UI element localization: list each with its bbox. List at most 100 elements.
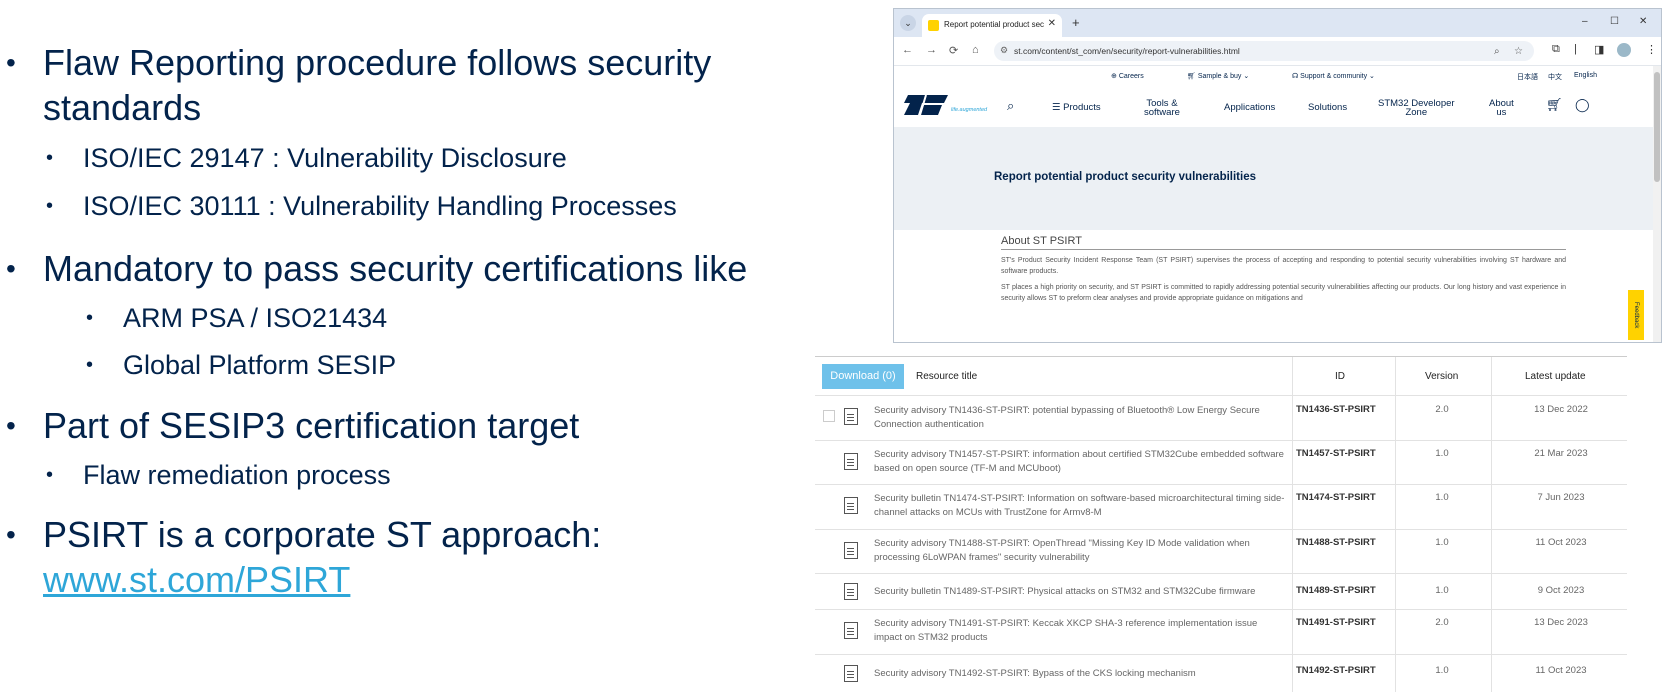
resource-title[interactable]: Security advisory TN1491-ST-PSIRT: Kecca… xyxy=(874,617,1286,645)
page-title: Report potential product security vulner… xyxy=(994,171,1256,183)
resource-version: 1.0 xyxy=(1435,585,1449,596)
site-top-links: ⊕ Careers 🛒︎ Sample & buy ⌄ ☊ Support & … xyxy=(894,66,1661,86)
tab-report-vulnerabilities[interactable]: Report potential product securi ✕ xyxy=(922,14,1062,37)
lang-english[interactable]: English xyxy=(1574,72,1597,79)
resource-date: 7 Jun 2023 xyxy=(1537,492,1585,503)
resource-title[interactable]: Security advisory TN1488-ST-PSIRT: OpenT… xyxy=(874,537,1286,565)
table-row[interactable]: Security bulletin TN1489-ST-PSIRT: Physi… xyxy=(815,573,1627,610)
back-icon[interactable]: ← xyxy=(902,44,913,56)
about-psirt-paragraph: ST places a high priority on security, a… xyxy=(1001,284,1566,302)
resource-date: 13 Dec 2022 xyxy=(1534,404,1588,415)
lang-japanese[interactable]: 日本語 xyxy=(1517,72,1538,82)
page-banner: Report potential product security vulner… xyxy=(894,127,1653,230)
document-icon xyxy=(844,583,858,600)
resource-title[interactable]: Security bulletin TN1489-ST-PSIRT: Physi… xyxy=(874,585,1286,599)
careers-link[interactable]: ⊕ Careers xyxy=(1111,72,1144,80)
resource-version: 2.0 xyxy=(1435,617,1449,628)
window-close-icon[interactable]: ✕ xyxy=(1639,16,1647,27)
zoom-icon[interactable]: ⌕ xyxy=(1494,46,1500,57)
home-icon[interactable]: ⌂ xyxy=(972,44,979,56)
resource-id: TN1474-ST-PSIRT xyxy=(1296,492,1376,503)
page-scrollbar[interactable] xyxy=(1653,66,1661,342)
about-psirt-paragraph: ST's Product Security Incident Response … xyxy=(1001,257,1566,275)
download-button[interactable]: Download (0) xyxy=(822,364,904,389)
bullet-global-platform: • Global Platform SESIP xyxy=(86,350,397,380)
bullet-text: Part of SESIP3 certification target xyxy=(43,405,580,446)
bullet-text: ISO/IEC 29147 : Vulnerability Disclosure xyxy=(83,143,567,173)
bullet-text: Flaw remediation process xyxy=(83,460,391,490)
bullet-mandatory-certifications: • Mandatory to pass security certificati… xyxy=(6,248,748,289)
menu-solutions[interactable]: Solutions xyxy=(1308,103,1347,113)
menu-applications[interactable]: Applications xyxy=(1224,103,1275,113)
menu-kebab-icon[interactable]: ⋮ xyxy=(1646,43,1657,56)
menu-products[interactable]: ☰ Products xyxy=(1052,103,1101,113)
resource-id: TN1457-ST-PSIRT xyxy=(1296,448,1376,459)
search-icon[interactable]: ⌕ xyxy=(1007,98,1014,114)
close-icon[interactable]: ✕ xyxy=(1048,18,1056,29)
reload-icon[interactable]: ⟳ xyxy=(949,44,958,57)
bullet-text: Flaw Reporting procedure follows securit… xyxy=(43,42,712,83)
document-icon xyxy=(844,453,858,470)
resource-title[interactable]: Security advisory TN1492-ST-PSIRT: Bypas… xyxy=(874,667,1286,681)
maximize-icon[interactable]: ☐ xyxy=(1610,16,1619,27)
st-logo[interactable] xyxy=(904,93,948,117)
forward-icon[interactable]: → xyxy=(926,44,937,56)
minimize-icon[interactable]: – xyxy=(1582,16,1588,27)
row-checkbox[interactable] xyxy=(823,410,835,422)
resource-version: 2.0 xyxy=(1435,404,1449,415)
col-latest-update[interactable]: Latest update xyxy=(1525,371,1586,382)
url-field[interactable]: ⚙ st.com/content/st_com/en/security/repo… xyxy=(994,41,1534,61)
table-row[interactable]: Security advisory TN1436-ST-PSIRT: poten… xyxy=(815,395,1627,441)
tab-bar: ⌄ Report potential product securi ✕ + – … xyxy=(894,9,1661,37)
table-row[interactable]: Security advisory TN1488-ST-PSIRT: OpenT… xyxy=(815,529,1627,574)
bookmark-star-icon[interactable]: ☆ xyxy=(1514,46,1523,57)
resource-version: 1.0 xyxy=(1435,665,1449,676)
resource-title[interactable]: Security advisory TN1457-ST-PSIRT: infor… xyxy=(874,448,1286,476)
document-icon xyxy=(844,497,858,514)
bullet-text: Global Platform SESIP xyxy=(123,350,397,380)
side-panel-icon[interactable]: ◨ xyxy=(1594,43,1604,56)
new-tab-icon[interactable]: + xyxy=(1072,15,1080,30)
col-resource-title[interactable]: Resource title xyxy=(916,371,977,382)
st-favicon-icon xyxy=(928,20,939,31)
tab-search-icon[interactable]: ⌄ xyxy=(900,15,916,31)
menu-stm32-zone[interactable]: STM32 Developer Zone xyxy=(1378,99,1455,118)
resource-version: 1.0 xyxy=(1435,537,1449,548)
resource-id: TN1491-ST-PSIRT xyxy=(1296,617,1376,628)
bullet-text: ARM PSA / ISO21434 xyxy=(123,303,388,333)
lang-chinese[interactable]: 中文 xyxy=(1548,72,1562,82)
document-icon xyxy=(844,542,858,559)
table-header: Download (0) Resource title ID Version L… xyxy=(815,357,1627,395)
document-icon xyxy=(844,665,858,682)
feedback-tab[interactable]: Feedback xyxy=(1628,290,1644,340)
table-row[interactable]: Security advisory TN1457-ST-PSIRT: infor… xyxy=(815,440,1627,485)
slide-text-area: • Flaw Reporting procedure follows secur… xyxy=(0,0,800,691)
col-id[interactable]: ID xyxy=(1335,371,1345,382)
tab-title: Report potential product securi xyxy=(944,20,1044,29)
cart-icon[interactable]: 🛒︎ xyxy=(1546,97,1563,113)
resource-table: Download (0) Resource title ID Version L… xyxy=(815,356,1627,692)
resource-id: TN1436-ST-PSIRT xyxy=(1296,404,1376,415)
site-info-icon[interactable]: ⚙ xyxy=(1000,45,1008,56)
menu-tools-software[interactable]: Tools & software xyxy=(1144,99,1180,118)
bullet-iso-30111: • ISO/IEC 30111 : Vulnerability Handling… xyxy=(46,191,677,221)
profile-avatar[interactable] xyxy=(1617,43,1631,57)
about-psirt-heading: About ST PSIRT xyxy=(1001,235,1566,250)
bullet-text: ISO/IEC 30111 : Vulnerability Handling P… xyxy=(83,191,677,221)
extensions-icon[interactable]: ⧉ xyxy=(1552,43,1560,56)
table-row[interactable]: Security advisory TN1491-ST-PSIRT: Kecca… xyxy=(815,609,1627,655)
user-icon[interactable]: ◯ xyxy=(1575,97,1590,113)
support-community-link[interactable]: ☊ Support & community ⌄ xyxy=(1292,72,1375,80)
bullet-sesip3: • Part of SESIP3 certification target xyxy=(6,405,580,446)
resource-title[interactable]: Security bulletin TN1474-ST-PSIRT: Infor… xyxy=(874,492,1286,520)
resource-title[interactable]: Security advisory TN1436-ST-PSIRT: poten… xyxy=(874,404,1286,432)
scroll-thumb[interactable] xyxy=(1654,72,1660,182)
col-version[interactable]: Version xyxy=(1425,371,1458,382)
bullet-text: standards xyxy=(43,87,202,128)
table-row[interactable]: Security bulletin TN1474-ST-PSIRT: Infor… xyxy=(815,484,1627,530)
sample-buy-link[interactable]: 🛒︎ Sample & buy ⌄ xyxy=(1187,72,1249,80)
menu-about-us[interactable]: About us xyxy=(1489,99,1514,118)
document-icon xyxy=(844,408,858,425)
psirt-link[interactable]: www.st.com/PSIRT xyxy=(43,559,350,600)
table-row[interactable]: Security advisory TN1492-ST-PSIRT: Bypas… xyxy=(815,654,1627,693)
